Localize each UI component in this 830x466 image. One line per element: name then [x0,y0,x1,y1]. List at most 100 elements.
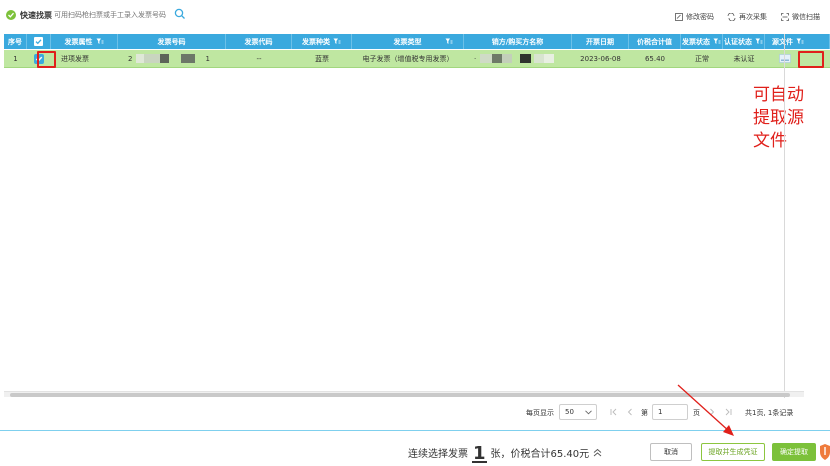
prev-page-icon[interactable] [626,408,634,416]
row-invoice-code: -- [256,54,262,63]
invoice-number-prefix: 2 [128,54,133,63]
wechat-scan-button[interactable]: 微信扫描 [781,12,820,22]
redacted-block [492,54,503,63]
column-header-source-file-label: 源文件 [772,37,793,46]
selection-summary-suffix: 张，价税合计65.40元 [490,449,590,460]
redacted-block [502,54,513,63]
edit-password-label: 修改密码 [686,13,714,21]
next-page-icon[interactable] [708,408,716,416]
first-page-icon[interactable] [610,408,618,416]
invoice-number-suffix: 1 [205,54,210,63]
redacted-block [181,54,196,63]
column-header-code: 发票代码 [226,34,292,49]
cancel-button[interactable]: 取消 [650,443,692,461]
selection-count: 1 [472,443,487,464]
pager: 每页显示 50 第 1 页 共1页, 1条记录 [0,404,830,420]
redacted-block [520,54,532,63]
annotation-line: 可自动 [753,85,804,105]
row-party-name: · [464,50,572,67]
source-file-highlight-box [798,51,824,68]
confirm-extract-button[interactable]: 确定提取 [772,443,816,461]
invoice-table-header: 序号 发票属性 发票号码 发票代码 发票种类 发票类型 销方/购买方名称 开票日… [4,34,830,49]
column-header-select[interactable] [27,34,51,49]
column-header-attribute-label: 发票属性 [64,37,93,46]
redacted-block [544,54,555,63]
per-page-label: 每页显示 [526,409,554,417]
pager-summary: 共1页, 1条记录 [745,409,794,417]
row-auth-status: 未认证 [733,54,755,63]
wechat-scan-label: 微信扫描 [792,13,820,21]
quick-find-label: 快速找票 [20,11,52,20]
footer-divider [0,430,830,431]
page-label-post: 页 [693,409,700,417]
chevron-up-double-icon[interactable] [593,448,602,457]
annotation-line: 文件 [753,131,787,151]
scan-icon [781,13,789,21]
invoice-search-input[interactable] [54,8,174,22]
filter-icon[interactable] [713,38,721,45]
quick-find-icon [6,10,16,20]
page-size-value: 50 [565,408,574,416]
filter-icon[interactable] [796,38,804,45]
checkbox-highlight-box [37,51,56,68]
refresh-icon [727,13,736,21]
source-file-icon[interactable] [779,54,791,63]
chevron-down-icon [585,410,592,415]
column-header-number: 发票号码 [118,34,226,49]
filter-icon[interactable] [755,38,763,45]
filter-icon[interactable] [333,38,341,45]
annotation-line: 提取源 [753,108,804,128]
horizontal-scrollbar-thumb[interactable] [10,393,790,397]
row-attribute: 进项发票 [61,54,89,63]
column-header-index: 序号 [4,34,27,49]
edit-icon [675,13,683,21]
row-index: 1 [13,54,18,63]
column-header-source-file[interactable]: 源文件 [765,34,830,49]
party-name-prefix: · [474,54,477,63]
column-header-party-name: 销方/购买方名称 [464,34,572,49]
frozen-column-divider [784,34,785,398]
table-row[interactable]: 1 进项发票 2 1 -- 蓝票 电子发票（增值税专用发票） · 2023-06… [4,50,830,68]
column-header-attribute[interactable]: 发票属性 [51,34,118,49]
column-header-kind[interactable]: 发票种类 [292,34,352,49]
recollect-label: 再次采集 [739,13,767,21]
selection-summary[interactable]: 连续选择发票 1 张，价税合计65.40元 [408,443,602,464]
horizontal-scrollbar[interactable] [4,391,804,397]
row-invoice-type: 电子发票（增值税专用发票） [362,54,454,63]
row-invoice-date: 2023-06-08 [580,54,621,63]
column-header-date: 开票日期 [572,34,629,49]
column-header-auth-status-label: 认证状态 [724,37,752,46]
column-header-invoice-status[interactable]: 发票状态 [681,34,723,49]
page-number-input[interactable]: 1 [652,404,688,420]
row-amount: 65.40 [644,54,666,63]
recollect-button[interactable]: 再次采集 [727,12,767,22]
column-header-kind-label: 发票种类 [302,37,330,46]
column-header-type[interactable]: 发票类型 [352,34,464,49]
column-header-auth-status[interactable]: 认证状态 [723,34,765,49]
row-invoice-kind: 蓝票 [315,54,329,63]
search-icon[interactable] [174,8,186,22]
redacted-block [160,54,170,63]
extract-and-generate-voucher-button[interactable]: 提取并生成凭证 [701,443,765,461]
column-header-type-label: 发票类型 [393,37,422,46]
row-invoice-number: 2 1 [118,50,226,67]
column-header-invoice-status-label: 发票状态 [682,37,710,46]
edit-password-button[interactable]: 修改密码 [675,12,714,22]
last-page-icon[interactable] [724,408,732,416]
select-all-checkbox[interactable] [34,37,43,46]
page-size-select[interactable]: 50 [559,404,597,420]
top-toolbar: 快速找票 修改密码 再次采集 微信扫描 [0,0,830,30]
redacted-block [136,54,145,63]
filter-icon[interactable] [96,38,104,45]
column-header-amount: 价税合计值 [629,34,681,49]
annotation-text: 可自动 提取源 文件 [753,84,804,153]
page-number-value: 1 [658,408,663,416]
selection-summary-prefix: 连续选择发票 [408,449,468,460]
redacted-block [480,54,493,63]
redacted-block [534,54,545,63]
shield-icon [820,444,830,460]
row-invoice-status: 正常 [695,54,709,63]
page-label-pre: 第 [641,409,648,417]
filter-icon[interactable] [445,38,453,45]
redacted-block [144,54,161,63]
